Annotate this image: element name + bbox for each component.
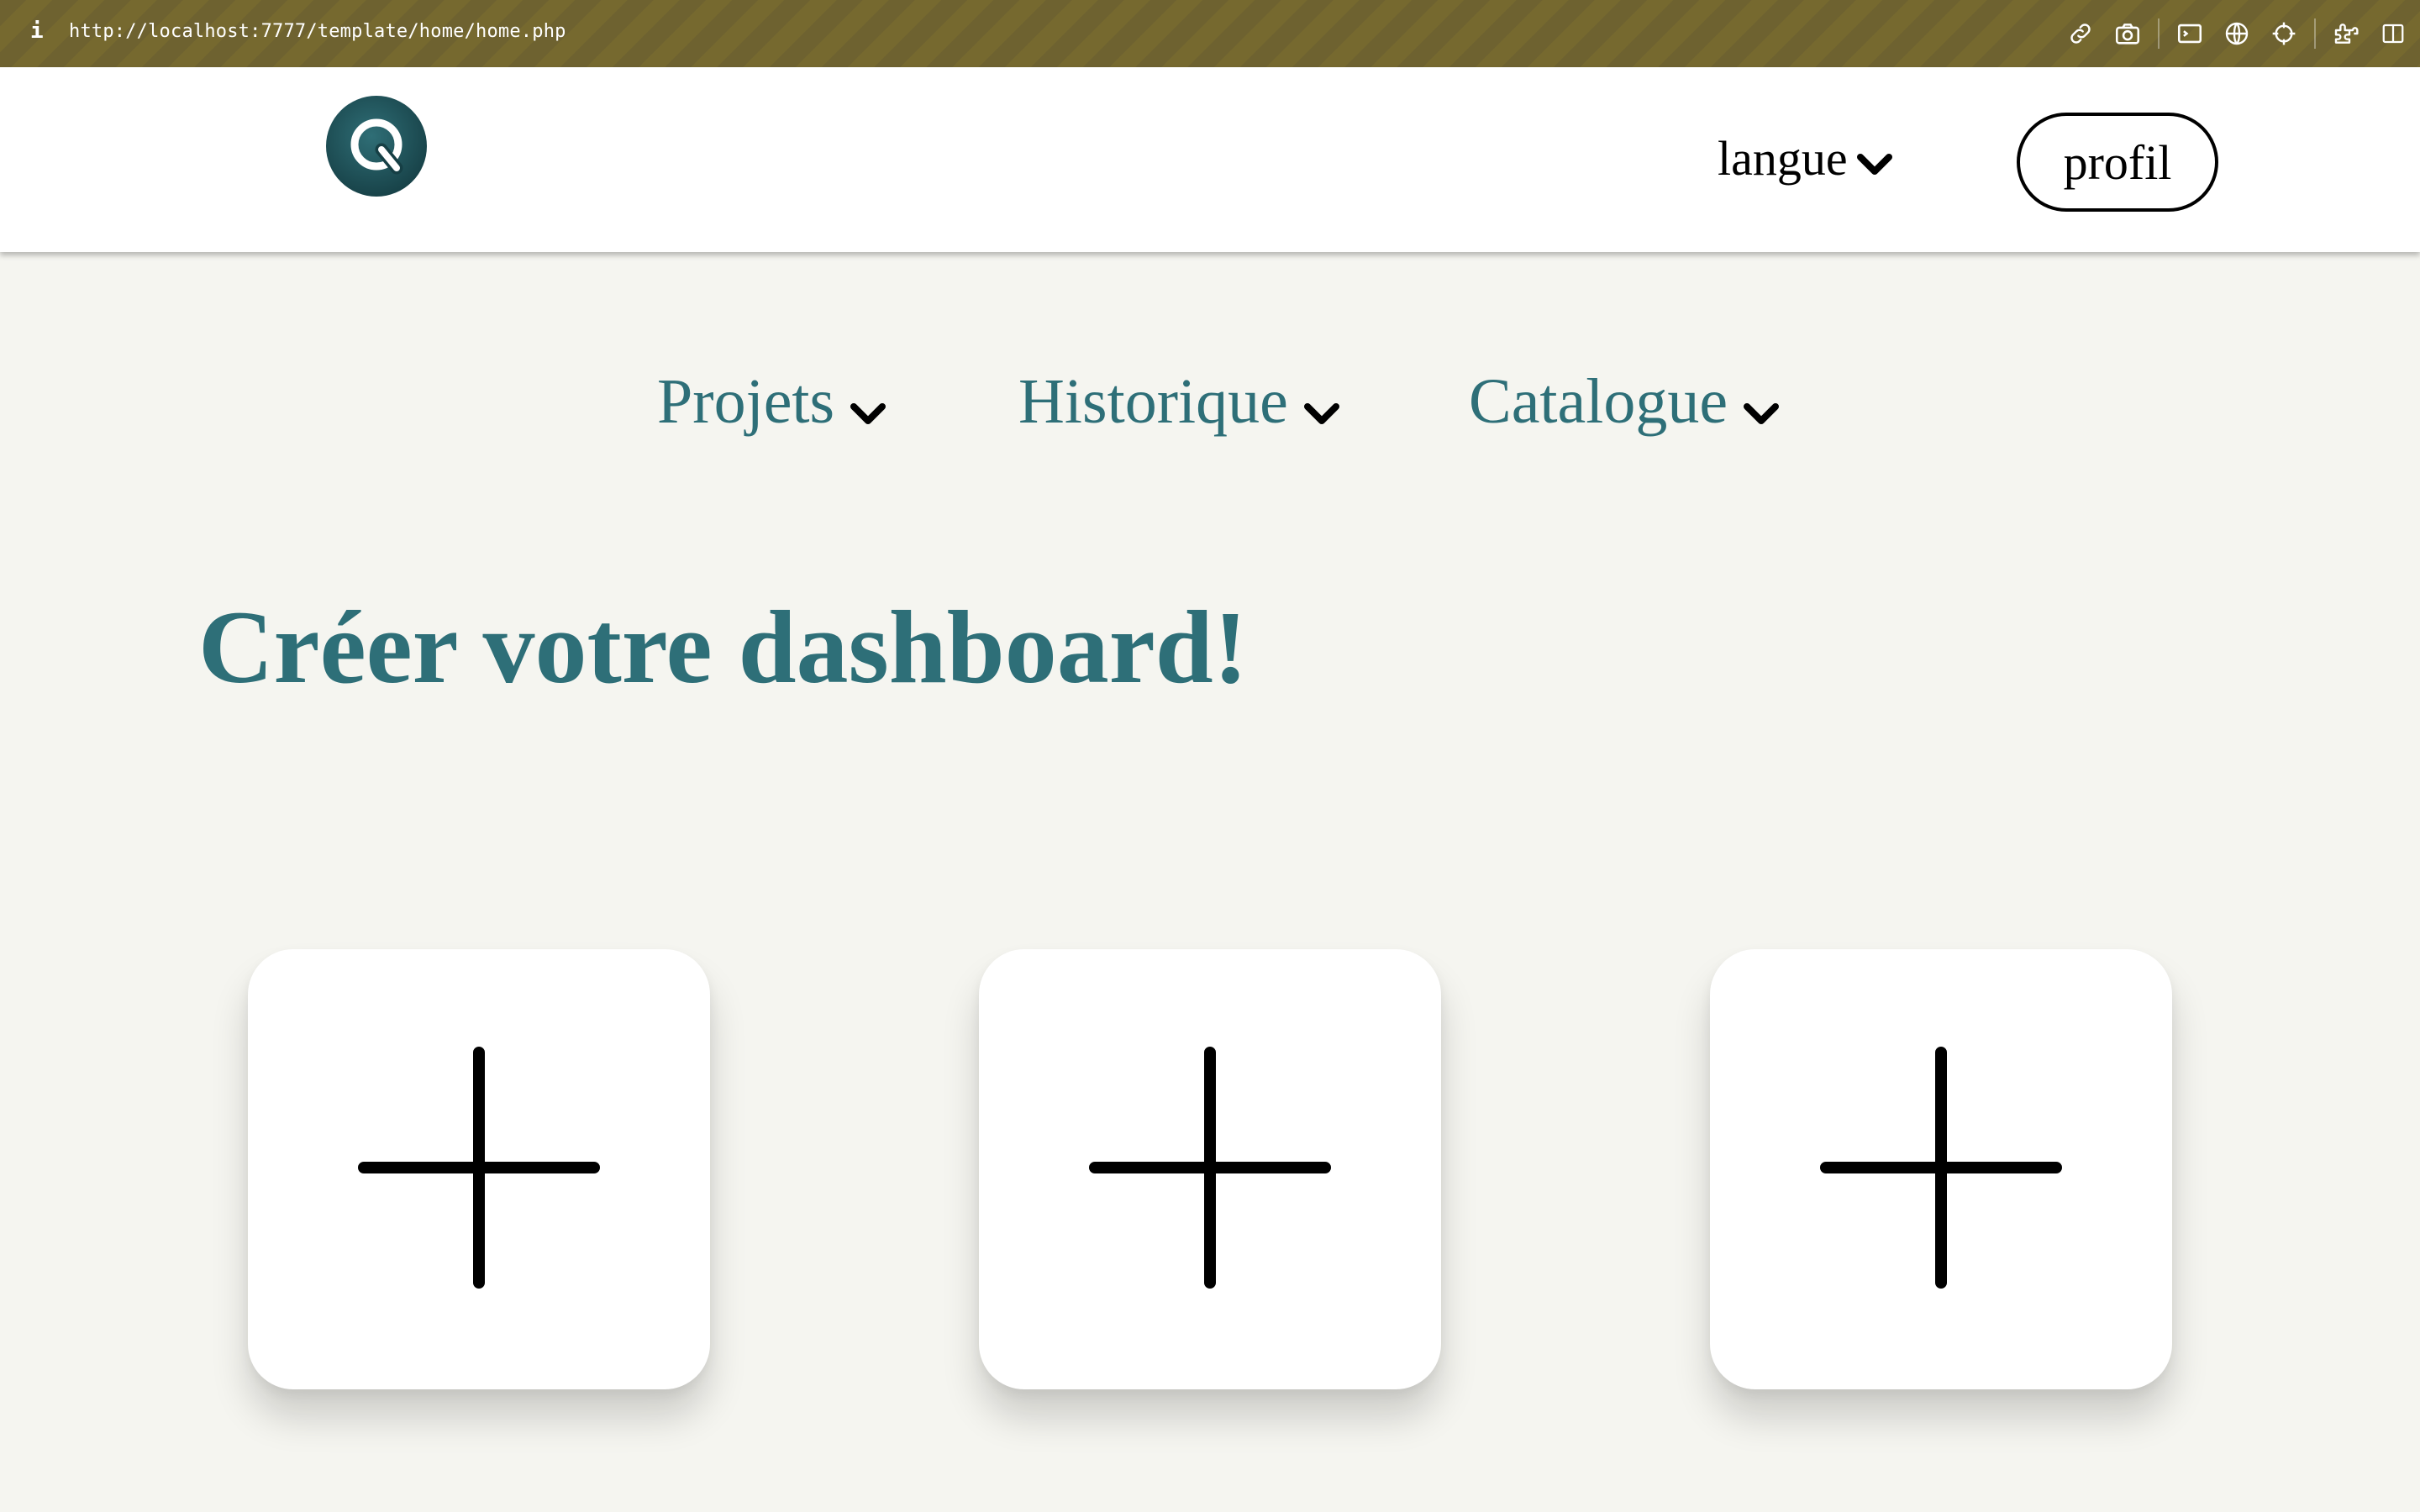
- nav-projets[interactable]: Projets: [657, 361, 886, 443]
- toolbar-divider: [2314, 18, 2316, 49]
- page-title: Créer votre dashboard!: [198, 590, 1249, 705]
- browser-url-bar: i http://localhost:7777/template/home/ho…: [0, 0, 2420, 67]
- plus-icon: [1088, 1046, 1332, 1294]
- chevron-down-icon: [1856, 133, 1893, 189]
- chevron-down-icon: [1303, 370, 1340, 443]
- profile-button[interactable]: profil: [2017, 113, 2218, 212]
- nav-label: Projets: [657, 366, 835, 437]
- address-field[interactable]: http://localhost:7777/template/home/home…: [69, 21, 566, 42]
- sidebar-icon[interactable]: [2376, 17, 2410, 50]
- browser-toolbar: [2050, 17, 2410, 50]
- chevron-down-icon: [1743, 370, 1780, 443]
- camera-icon[interactable]: [2111, 17, 2144, 50]
- terminal-icon[interactable]: [2173, 17, 2207, 50]
- plus-icon: [357, 1046, 601, 1294]
- toolbar-divider: [2158, 18, 2160, 49]
- crosshair-icon[interactable]: [2267, 17, 2301, 50]
- add-dashboard-card[interactable]: [1710, 949, 2172, 1389]
- add-dashboard-card[interactable]: [979, 949, 1441, 1389]
- chevron-down-icon: [850, 370, 886, 443]
- globe-icon[interactable]: [2220, 17, 2254, 50]
- site-header: langue profil: [0, 67, 2420, 252]
- nav-label: Catalogue: [1469, 366, 1728, 437]
- add-dashboard-card[interactable]: [248, 949, 710, 1389]
- link-icon[interactable]: [2064, 17, 2097, 50]
- logo[interactable]: [326, 96, 427, 197]
- nav-historique[interactable]: Historique: [1018, 361, 1340, 443]
- language-dropdown[interactable]: langue: [1718, 128, 1893, 189]
- plus-icon: [1819, 1046, 2063, 1294]
- extensions-icon[interactable]: [2329, 17, 2363, 50]
- language-label: langue: [1718, 131, 1848, 186]
- nav-catalogue[interactable]: Catalogue: [1469, 361, 1780, 443]
- nav-label: Historique: [1018, 366, 1288, 437]
- site-info-icon[interactable]: i: [30, 18, 44, 44]
